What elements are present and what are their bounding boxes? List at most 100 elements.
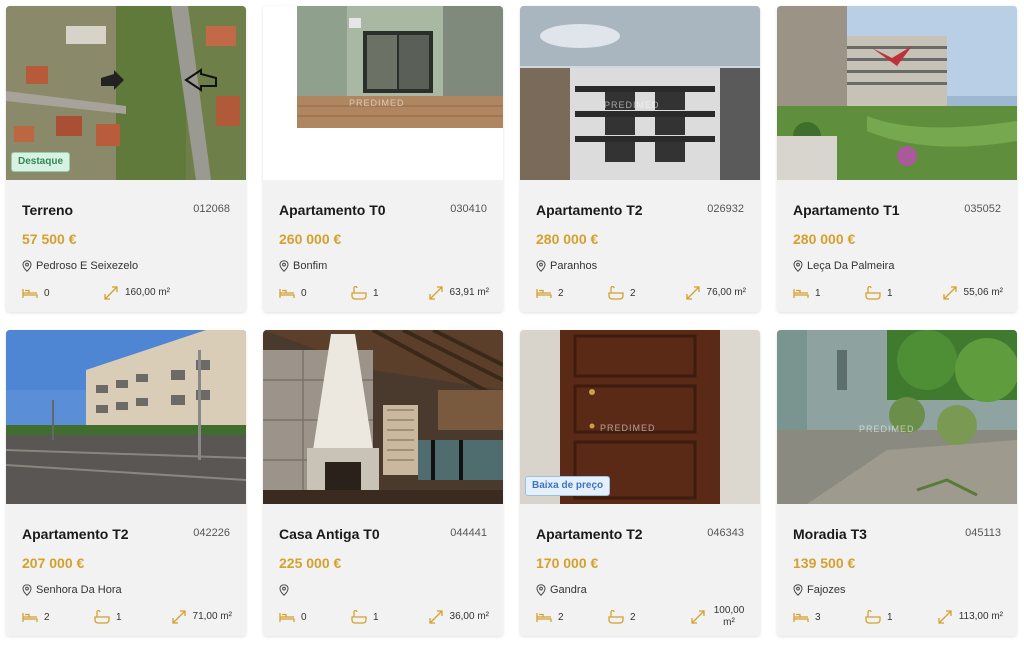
bedrooms-feature: 2 bbox=[536, 280, 564, 306]
listing-location: Paranhos bbox=[536, 260, 597, 272]
listing-card[interactable]: Apartamento T2 042226 207 000 € Senhora … bbox=[6, 330, 246, 636]
bathrooms-feature: 1 bbox=[94, 604, 122, 630]
bathtub-icon bbox=[865, 286, 881, 300]
bedrooms-count: 0 bbox=[301, 611, 307, 623]
area-resize-icon bbox=[938, 610, 952, 624]
listing-title[interactable]: Apartamento T0 bbox=[279, 202, 386, 218]
listing-reference: 030410 bbox=[450, 203, 487, 215]
listing-photo[interactable]: PREDIMED Baixa de preço bbox=[520, 330, 760, 504]
listing-price: 207 000 € bbox=[22, 555, 85, 571]
bathrooms-feature: 2 bbox=[608, 280, 636, 306]
listing-reference: 012068 bbox=[193, 203, 230, 215]
watermark: PREDIMED bbox=[604, 100, 660, 110]
listing-photo[interactable] bbox=[6, 330, 246, 504]
bed-icon bbox=[793, 613, 809, 622]
location-pin-icon bbox=[793, 260, 803, 272]
bathrooms-feature: 1 bbox=[351, 604, 379, 630]
listing-title[interactable]: Moradia T3 bbox=[793, 526, 867, 542]
listing-title[interactable]: Apartamento T2 bbox=[536, 526, 643, 542]
area-feature: 76,00 m² bbox=[685, 280, 746, 306]
bedrooms-count: 2 bbox=[44, 611, 50, 623]
bathtub-icon bbox=[351, 286, 367, 300]
bathrooms-count: 1 bbox=[116, 611, 122, 623]
listing-photo[interactable] bbox=[777, 6, 1017, 180]
stone-interior-photo bbox=[263, 330, 503, 504]
area-value: 71,00 m² bbox=[192, 611, 232, 622]
listing-photo[interactable]: PREDIMED bbox=[520, 6, 760, 180]
area-feature: 71,00 m² bbox=[171, 604, 232, 630]
listing-reference: 046343 bbox=[707, 527, 744, 539]
listing-location: Fajozes bbox=[793, 584, 846, 596]
bedrooms-feature: 3 bbox=[793, 604, 821, 630]
bed-icon bbox=[279, 613, 295, 622]
listing-reference: 045113 bbox=[965, 527, 1001, 539]
bathrooms-feature: 1 bbox=[865, 604, 893, 630]
bed-icon bbox=[22, 289, 38, 298]
bathtub-icon bbox=[608, 286, 624, 300]
location-pin-icon bbox=[279, 260, 289, 272]
listing-price: 225 000 € bbox=[279, 555, 342, 571]
building-render-photo: PREDIMED bbox=[520, 6, 760, 180]
listing-photo[interactable]: PREDIMED bbox=[263, 6, 503, 180]
location-pin-icon bbox=[22, 260, 32, 272]
location-pin-icon bbox=[279, 584, 289, 596]
listing-card[interactable]: PREDIMED Moradia T3 045113 139 500 € Faj… bbox=[777, 330, 1017, 636]
location-pin-icon bbox=[793, 584, 803, 596]
bathrooms-count: 1 bbox=[373, 611, 379, 623]
bathtub-icon bbox=[351, 610, 367, 624]
location-text: Pedroso E Seixezelo bbox=[36, 260, 139, 272]
listing-title[interactable]: Casa Antiga T0 bbox=[279, 526, 380, 542]
area-resize-icon bbox=[428, 610, 443, 624]
location-text: Leça Da Palmeira bbox=[807, 260, 895, 272]
listing-location: Senhora Da Hora bbox=[22, 584, 122, 596]
listing-card[interactable]: Apartamento T1 035052 280 000 € Leça Da … bbox=[777, 6, 1017, 312]
bedrooms-feature: 1 bbox=[793, 280, 821, 306]
area-value: 113,00 m² bbox=[958, 611, 1003, 622]
bedrooms-feature: 0 bbox=[279, 604, 307, 630]
listing-card[interactable]: Casa Antiga T0 044441 225 000 € 0 1 36,0… bbox=[263, 330, 503, 636]
location-text: Bonfim bbox=[293, 260, 328, 272]
area-resize-icon bbox=[942, 286, 957, 300]
bathrooms-count: 2 bbox=[630, 287, 636, 299]
bedrooms-feature: 0 bbox=[279, 280, 307, 306]
bedrooms-count: 2 bbox=[558, 611, 564, 623]
listing-location: Pedroso E Seixezelo bbox=[22, 260, 138, 272]
bathrooms-count: 1 bbox=[887, 287, 893, 299]
listing-title[interactable]: Apartamento T2 bbox=[536, 202, 643, 218]
bedrooms-feature: 0 bbox=[22, 280, 50, 306]
bedrooms-count: 0 bbox=[301, 287, 307, 299]
highlight-badge: Destaque bbox=[11, 152, 71, 172]
overgrown-yard-photo: PREDIMED bbox=[777, 330, 1017, 504]
listing-price: 57 500 € bbox=[22, 231, 77, 247]
listing-reference: 042226 bbox=[193, 527, 230, 539]
bathrooms-count: 1 bbox=[887, 611, 893, 623]
listing-title[interactable]: Apartamento T2 bbox=[22, 526, 129, 542]
terrace-photo: PREDIMED bbox=[263, 6, 503, 180]
listing-card[interactable]: Destaque Terreno 012068 57 500 € Pedroso… bbox=[6, 6, 246, 312]
bathrooms-feature: 1 bbox=[351, 280, 379, 306]
listing-card[interactable]: PREDIMED Baixa de preço Apartamento T2 0… bbox=[520, 330, 760, 636]
location-pin-icon bbox=[22, 584, 32, 596]
location-pin-icon bbox=[536, 584, 546, 596]
location-text: Senhora Da Hora bbox=[36, 584, 122, 596]
area-value: 76,00 m² bbox=[706, 287, 746, 298]
bed-icon bbox=[536, 289, 552, 298]
listing-title[interactable]: Terreno bbox=[22, 202, 73, 218]
area-feature: 100,00 m² bbox=[690, 604, 746, 630]
area-feature: 160,00 m² bbox=[103, 280, 170, 306]
location-text: Fajozes bbox=[807, 584, 846, 596]
area-value: 100,00 m² bbox=[713, 605, 745, 628]
area-resize-icon bbox=[171, 610, 186, 624]
area-feature: 36,00 m² bbox=[428, 604, 489, 630]
listing-reference: 026932 bbox=[707, 203, 744, 215]
listing-card[interactable]: PREDIMED Apartamento T0 030410 260 000 €… bbox=[263, 6, 503, 312]
bathtub-icon bbox=[94, 610, 110, 624]
listing-reference: 035052 bbox=[964, 203, 1001, 215]
bathtub-icon bbox=[865, 610, 881, 624]
listing-photo[interactable] bbox=[263, 330, 503, 504]
price-drop-badge: Baixa de preço bbox=[525, 476, 611, 496]
listing-title[interactable]: Apartamento T1 bbox=[793, 202, 900, 218]
listing-card[interactable]: PREDIMED Apartamento T2 026932 280 000 €… bbox=[520, 6, 760, 312]
listing-photo[interactable]: Destaque bbox=[6, 6, 246, 180]
listing-photo[interactable]: PREDIMED bbox=[777, 330, 1017, 504]
